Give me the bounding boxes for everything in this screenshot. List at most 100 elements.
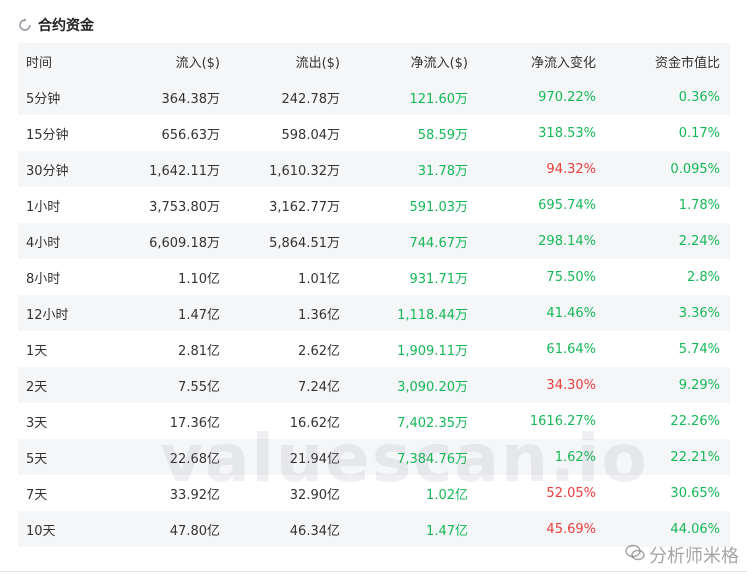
column-header-outflow: 流出($) <box>295 55 340 71</box>
cell-time: 2天 <box>26 379 48 395</box>
table-row: 30分钟 1,642.11万 1,610.32万 31.78万 94.32% 0.095% <box>18 151 730 187</box>
table-row: 4小时 6,609.18万 5,864.51万 744.67万 298.14% 2.24% <box>18 223 730 259</box>
column-header-net-inflow: 净流入($) <box>410 55 468 71</box>
table-row: 5分钟 364.38万 242.78万 121.60万 970.22% 0.36% <box>18 79 730 115</box>
cell-market-cap-ratio: 5.74% <box>678 341 720 357</box>
cell-net-inflow: 7,402.35万 <box>397 415 468 431</box>
cell-net-inflow: 31.78万 <box>417 163 468 179</box>
table-row: 1小时 3,753.80万 3,162.77万 591.03万 695.74% 1.78% <box>18 187 730 223</box>
cell-outflow: 598.04万 <box>281 127 341 143</box>
cell-outflow: 16.62亿 <box>289 415 340 431</box>
cell-inflow: 364.38万 <box>161 91 221 107</box>
table-row: 7天 33.92亿 32.90亿 1.02亿 52.05% 30.65% <box>18 475 730 511</box>
column-header-time: 时间 <box>26 55 53 71</box>
table-header-row: 时间 流入($) 流出($) 净流入($) 净流入变化 资金市值比 <box>18 43 730 79</box>
cell-outflow: 32.90亿 <box>289 487 340 503</box>
cell-net-inflow: 1.47亿 <box>426 523 468 539</box>
cell-market-cap-ratio: 2.24% <box>678 233 720 249</box>
cell-net-inflow: 744.67万 <box>409 235 469 251</box>
cell-net-change: 695.74% <box>538 197 596 213</box>
cell-net-inflow: 1,118.44万 <box>397 307 468 323</box>
cell-market-cap-ratio: 22.21% <box>670 449 720 465</box>
section-title: 合约资金 <box>38 18 94 34</box>
cell-market-cap-ratio: 0.36% <box>678 89 720 105</box>
cell-time: 12小时 <box>26 307 69 323</box>
cell-time: 30分钟 <box>26 163 69 179</box>
cell-market-cap-ratio: 0.17% <box>678 125 720 141</box>
cell-net-inflow: 3,090.20万 <box>397 379 468 395</box>
table-row: 10天 47.80亿 46.34亿 1.47亿 45.69% 44.06% <box>18 511 730 547</box>
cell-net-change: 75.50% <box>546 269 596 285</box>
cell-time: 1天 <box>26 343 48 359</box>
cell-net-change: 45.69% <box>546 521 596 537</box>
cell-inflow: 1.47亿 <box>178 307 220 323</box>
cell-time: 5天 <box>26 451 48 467</box>
column-header-inflow: 流入($) <box>175 55 220 71</box>
table-row: 12小时 1.47亿 1.36亿 1,118.44万 41.46% 3.36% <box>18 295 730 331</box>
cell-net-change: 41.46% <box>546 305 596 321</box>
cell-time: 3天 <box>26 415 48 431</box>
cell-outflow: 242.78万 <box>281 91 341 107</box>
cell-market-cap-ratio: 3.36% <box>678 305 720 321</box>
fund-flow-table: 时间 流入($) 流出($) 净流入($) 净流入变化 资金市值比 5分钟 364… <box>18 43 730 547</box>
cell-market-cap-ratio: 22.26% <box>670 413 720 429</box>
divider <box>0 571 747 572</box>
cell-net-change: 970.22% <box>538 89 596 105</box>
cell-net-change: 94.32% <box>546 161 596 177</box>
cell-outflow: 1.01亿 <box>298 271 340 287</box>
cell-net-change: 61.64% <box>546 341 596 357</box>
cell-inflow: 1,642.11万 <box>149 163 220 179</box>
cell-market-cap-ratio: 9.29% <box>678 377 720 393</box>
cell-outflow: 46.34亿 <box>289 523 340 539</box>
cell-net-change: 298.14% <box>538 233 596 249</box>
column-header-net-change: 净流入变化 <box>530 55 596 71</box>
cell-time: 7天 <box>26 487 48 503</box>
section-header: 合约资金 <box>18 14 94 36</box>
cell-net-inflow: 591.03万 <box>409 199 469 215</box>
cell-time: 15分钟 <box>26 127 69 143</box>
table-row: 15分钟 656.63万 598.04万 58.59万 318.53% 0.17% <box>18 115 730 151</box>
cell-time: 5分钟 <box>26 91 61 107</box>
column-header-market-cap-ratio: 资金市值比 <box>654 55 720 71</box>
cell-outflow: 21.94亿 <box>289 451 340 467</box>
cell-market-cap-ratio: 1.78% <box>678 197 720 213</box>
cell-inflow: 2.81亿 <box>178 343 220 359</box>
cell-net-inflow: 931.71万 <box>409 271 469 287</box>
table-row: 8小时 1.10亿 1.01亿 931.71万 75.50% 2.8% <box>18 259 730 295</box>
cell-inflow: 22.68亿 <box>169 451 220 467</box>
cell-time: 8小时 <box>26 271 61 287</box>
table-row: 2天 7.55亿 7.24亿 3,090.20万 34.30% 9.29% <box>18 367 730 403</box>
table-row: 1天 2.81亿 2.62亿 1,909.11万 61.64% 5.74% <box>18 331 730 367</box>
cell-market-cap-ratio: 2.8% <box>686 269 720 285</box>
cell-net-change: 1.62% <box>554 449 596 465</box>
cell-outflow: 1.36亿 <box>298 307 340 323</box>
cell-net-change: 52.05% <box>546 485 596 501</box>
cell-outflow: 2.62亿 <box>298 343 340 359</box>
cell-market-cap-ratio: 44.06% <box>670 521 720 537</box>
table-row: 3天 17.36亿 16.62亿 7,402.35万 1616.27% 22.26% <box>18 403 730 439</box>
cell-inflow: 17.36亿 <box>169 415 220 431</box>
refresh-icon[interactable] <box>18 18 32 32</box>
cell-net-change: 34.30% <box>546 377 596 393</box>
cell-inflow: 33.92亿 <box>169 487 220 503</box>
cell-net-change: 318.53% <box>538 125 596 141</box>
cell-inflow: 47.80亿 <box>169 523 220 539</box>
cell-net-inflow: 121.60万 <box>409 91 469 107</box>
cell-inflow: 1.10亿 <box>178 271 220 287</box>
cell-market-cap-ratio: 30.65% <box>670 485 720 501</box>
cell-net-inflow: 1,909.11万 <box>397 343 468 359</box>
cell-net-inflow: 58.59万 <box>417 127 468 143</box>
cell-time: 4小时 <box>26 235 61 251</box>
cell-net-change: 1616.27% <box>529 413 596 429</box>
cell-inflow: 7.55亿 <box>178 379 220 395</box>
cell-outflow: 5,864.51万 <box>269 235 340 251</box>
cell-market-cap-ratio: 0.095% <box>670 161 720 177</box>
cell-outflow: 3,162.77万 <box>269 199 340 215</box>
cell-outflow: 1,610.32万 <box>269 163 340 179</box>
cell-inflow: 3,753.80万 <box>149 199 220 215</box>
cell-net-inflow: 7,384.76万 <box>397 451 468 467</box>
cell-time: 1小时 <box>26 199 61 215</box>
cell-outflow: 7.24亿 <box>298 379 340 395</box>
cell-net-inflow: 1.02亿 <box>426 487 468 503</box>
cell-inflow: 6,609.18万 <box>149 235 220 251</box>
